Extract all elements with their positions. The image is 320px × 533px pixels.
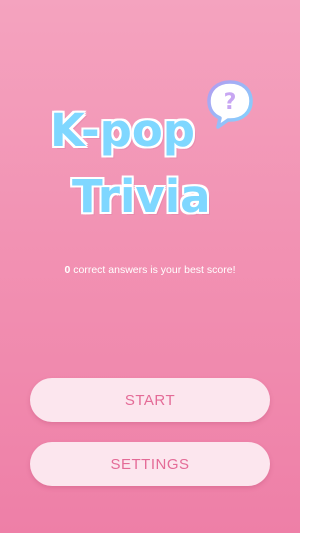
logo-title-line-1: K-pop: [50, 104, 195, 157]
home-screen: K-pop Trivia ? 0 correct answers is your…: [0, 0, 300, 533]
logo-title-line-2: Trivia: [72, 170, 211, 223]
best-score-text: 0 correct answers is your best score!: [0, 264, 300, 276]
app-logo: K-pop Trivia ?: [0, 0, 300, 240]
settings-button[interactable]: SETTINGS: [30, 442, 270, 486]
start-button-label: START: [124, 391, 176, 409]
question-mark-glyph: ?: [224, 90, 237, 115]
settings-button-label: SETTINGS: [110, 455, 190, 473]
question-bubble-icon: ?: [207, 80, 253, 129]
start-button[interactable]: START: [30, 378, 270, 422]
best-score-label: correct answers is your best score!: [70, 264, 236, 276]
